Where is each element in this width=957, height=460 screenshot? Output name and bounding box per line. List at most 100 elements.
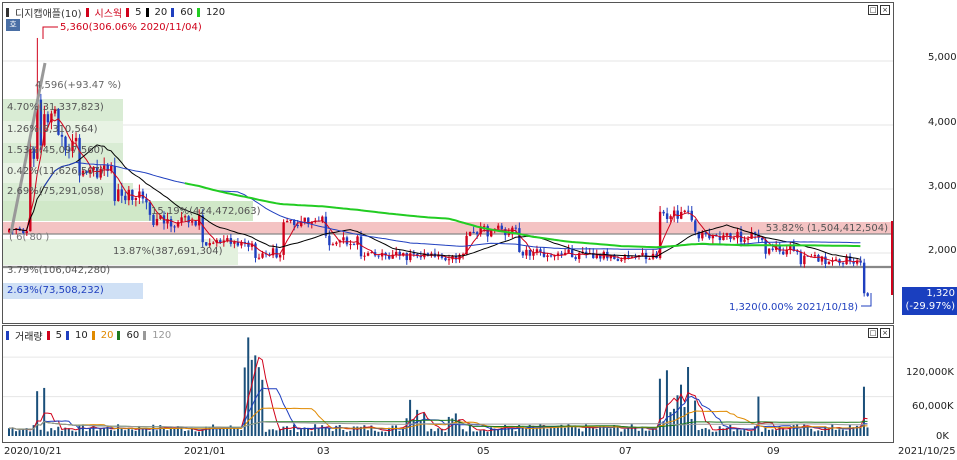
volume-bar: [131, 429, 134, 436]
vol-legend-ma10: 10: [74, 330, 88, 341]
volume-bar: [757, 396, 760, 436]
candle-body: [201, 215, 204, 243]
candle-body: [620, 259, 623, 261]
vol-tick-label: 60,000K: [912, 401, 954, 412]
candle-body: [444, 257, 447, 261]
candle-body: [521, 251, 525, 256]
volume-bar: [134, 430, 137, 436]
candle-body: [74, 137, 78, 142]
close-icon[interactable]: ×: [880, 328, 890, 338]
volume-bar: [764, 427, 767, 436]
candle-body: [549, 255, 553, 257]
volume-bar: [486, 431, 489, 436]
level-annotation: 2.69%(75,291,058): [7, 186, 104, 197]
candle-body: [155, 218, 159, 226]
maximize-icon[interactable]: □: [868, 5, 878, 15]
candle-body: [138, 191, 141, 198]
volume-bar: [74, 431, 77, 436]
candle-body: [669, 216, 672, 219]
candle-body: [574, 257, 577, 260]
price-chart-pane[interactable]: 디지캡애플(10) 시스웍 5 20 60 120 호 □ × 5,360(30…: [2, 2, 894, 324]
candle-body: [208, 243, 211, 246]
volume-bar: [187, 430, 190, 436]
vol-tick-label: 0K: [936, 431, 949, 442]
volume-bar: [739, 430, 742, 436]
volume-bar: [155, 430, 158, 436]
current-price-value: 1,320: [926, 288, 955, 299]
candle-body: [514, 227, 518, 229]
volume-bar: [563, 427, 566, 436]
candle-body: [328, 235, 331, 246]
level-annotation: 13.87%(387,691,304): [113, 246, 223, 257]
volume-bar: [866, 427, 869, 436]
volume-bar: [697, 430, 700, 436]
volume-bar: [43, 387, 46, 436]
x-tick-label: 03: [317, 446, 330, 457]
candle-body: [190, 221, 194, 223]
candle-body: [278, 254, 282, 258]
volume-bar: [711, 431, 714, 436]
volume-bar: [606, 428, 609, 436]
candle-body: [701, 232, 704, 239]
y-tick-label: 5,000: [928, 52, 957, 63]
volume-bar: [736, 428, 739, 436]
volume-bar: [412, 419, 415, 436]
volume-bar: [514, 431, 517, 436]
legend-item-ma60: 60: [180, 7, 193, 18]
volume-bar: [743, 428, 746, 436]
volume-bar: [162, 428, 165, 436]
candle-body: [743, 239, 746, 242]
volume-bar: [88, 428, 91, 436]
volume-bar: [95, 430, 98, 436]
volume-bar: [465, 431, 468, 436]
level-annotation: 15.19%(424,472,063): [151, 206, 261, 217]
volume-bar: [67, 428, 70, 436]
volume-bar: [437, 428, 440, 436]
close-icon[interactable]: ×: [880, 5, 890, 15]
maximize-icon[interactable]: □: [868, 328, 878, 338]
volume-bar: [18, 430, 21, 436]
candle-body: [490, 231, 493, 237]
candle-body: [349, 244, 352, 246]
volume-bar: [289, 429, 292, 436]
volume-bar: [85, 431, 88, 436]
volume-bar: [746, 431, 749, 436]
candle-body: [60, 134, 64, 137]
candle-body: [500, 225, 503, 230]
candle-body: [722, 235, 725, 241]
volume-bar: [750, 431, 753, 436]
volume-bar: [813, 431, 816, 436]
volume-bar: [475, 431, 478, 436]
volume-bar: [831, 424, 834, 436]
stock-title: 디지캡애플(10): [15, 9, 82, 20]
volume-bar: [704, 428, 707, 436]
volume-bar: [78, 424, 81, 436]
volume-bar: [701, 428, 704, 436]
y-tick-label: 3,000: [928, 181, 957, 192]
candle-body: [46, 114, 50, 123]
volume-bar: [268, 429, 271, 436]
x-tick-label: 2021/01: [184, 446, 226, 457]
chart-mode-button[interactable]: 호: [6, 19, 20, 31]
volume-bar: [271, 429, 274, 436]
candle-body: [113, 165, 116, 202]
volume-bar: [36, 391, 39, 436]
legend-item-ma5: 5: [135, 7, 142, 18]
volume-bar: [328, 428, 331, 436]
volume-bar: [511, 428, 514, 436]
volume-bar: [296, 432, 299, 436]
candle-body: [736, 231, 739, 239]
volume-bar: [620, 431, 623, 436]
volume-bar: [166, 430, 169, 436]
volume-bar: [760, 431, 763, 436]
volume-bar: [120, 428, 123, 436]
candle-body: [472, 231, 475, 233]
candle-body: [683, 210, 686, 212]
volume-chart-pane[interactable]: 거래량 5 10 20 60 120 □ ×: [2, 325, 894, 443]
volume-bar: [535, 428, 538, 436]
volume-bar: [145, 429, 148, 436]
volume-bar: [581, 431, 584, 436]
candle-body: [380, 252, 384, 257]
candle-body: [824, 256, 827, 265]
volume-bar: [317, 428, 320, 436]
